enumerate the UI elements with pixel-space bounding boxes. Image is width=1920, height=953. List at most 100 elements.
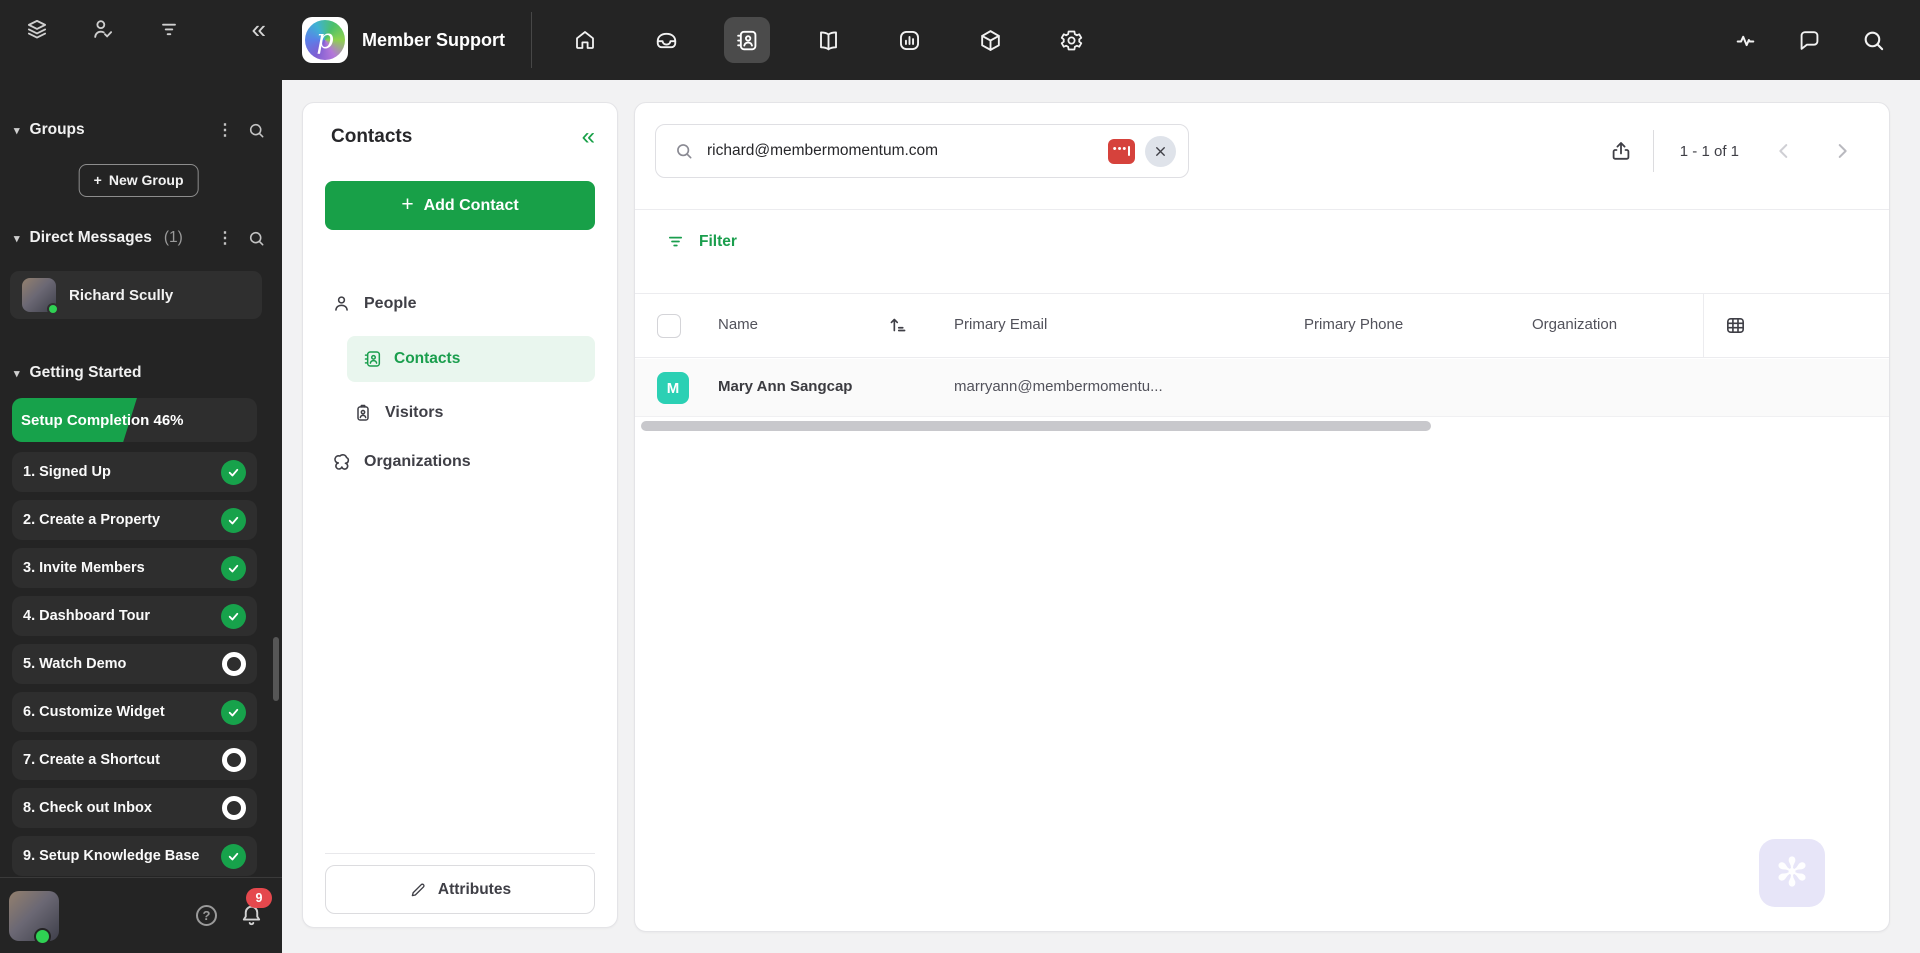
direct-messages-section-header: ▾ Direct Messages (1) ⋮	[14, 228, 266, 248]
panel-collapse-icon[interactable]: «	[582, 125, 595, 149]
setup-completion-progress: Setup Completion 46%	[12, 398, 257, 442]
contact-card-icon	[363, 349, 383, 369]
next-page-button[interactable]	[1823, 140, 1861, 162]
getting-started-steps: 1. Signed Up 2. Create a Property 3. Inv…	[12, 452, 257, 884]
nav-home-icon[interactable]	[562, 17, 608, 63]
select-all-checkbox[interactable]	[657, 314, 681, 338]
nav-settings-icon[interactable]	[1048, 17, 1094, 63]
logo-letter: p	[316, 23, 334, 55]
caret-down-icon[interactable]: ▾	[14, 367, 20, 380]
user-check-icon[interactable]	[90, 16, 116, 42]
step-invite-members[interactable]: 3. Invite Members	[12, 548, 257, 588]
filter-label: Filter	[699, 232, 737, 250]
nav-contacts-icon[interactable]	[724, 17, 771, 63]
add-contact-button[interactable]: + Add Contact	[325, 181, 595, 230]
search-icon[interactable]	[1861, 28, 1886, 53]
nav-inbox-icon[interactable]	[643, 17, 689, 63]
step-check-out-inbox[interactable]: 8. Check out Inbox	[12, 788, 257, 828]
check-icon	[221, 507, 246, 533]
step-create-property[interactable]: 2. Create a Property	[12, 500, 257, 540]
step-signed-up[interactable]: 1. Signed Up	[12, 452, 257, 492]
visitor-badge-icon	[353, 403, 373, 423]
menu-item-people[interactable]: People	[331, 293, 595, 314]
horizontal-scrollbar[interactable]	[641, 421, 1431, 431]
groups-label: Groups	[29, 121, 85, 138]
table-row[interactable]: M Mary Ann Sangcap marryann@membermoment…	[635, 359, 1889, 417]
activity-icon[interactable]	[1733, 28, 1758, 53]
attributes-label: Attributes	[437, 880, 512, 898]
list-toolbar: 1 - 1 of 1	[1609, 124, 1861, 178]
cell-contact-name: Mary Ann Sangcap	[718, 378, 853, 395]
groups-menu-icon[interactable]: ⋮	[213, 120, 237, 140]
dm-item-richard-scully[interactable]: Richard Scully	[10, 271, 262, 319]
column-header-primary-phone[interactable]: Primary Phone	[1304, 316, 1403, 333]
current-user-avatar[interactable]	[9, 891, 59, 945]
nav-integrations-icon[interactable]	[967, 17, 1013, 63]
layers-icon[interactable]	[24, 16, 50, 42]
filter-lines-icon[interactable]	[156, 16, 182, 42]
previous-page-button[interactable]	[1765, 140, 1803, 162]
circle-icon	[222, 748, 246, 772]
check-icon	[221, 603, 246, 629]
menu-label-contacts: Contacts	[394, 350, 461, 367]
notification-badge[interactable]: 9	[246, 888, 272, 908]
menu-item-organizations[interactable]: Organizations	[331, 451, 595, 472]
column-header-name[interactable]: Name	[718, 316, 758, 333]
direct-messages-search-icon[interactable]	[247, 229, 266, 248]
plus-icon: +	[93, 172, 102, 188]
section-divider	[635, 209, 1889, 210]
step-watch-demo[interactable]: 5. Watch Demo	[12, 644, 257, 684]
column-header-organization[interactable]: Organization	[1532, 316, 1617, 333]
toolbar-divider	[1652, 130, 1654, 172]
clear-search-button[interactable]	[1145, 135, 1176, 167]
search-input[interactable]	[707, 142, 1108, 160]
organizations-icon	[331, 451, 352, 472]
step-dashboard-tour[interactable]: 4. Dashboard Tour	[12, 596, 257, 636]
column-header-primary-email[interactable]: Primary Email	[954, 316, 1047, 333]
chat-widget-bubble[interactable]: ✻	[1759, 839, 1825, 907]
help-icon[interactable]: ?	[196, 905, 217, 926]
sort-ascending-icon[interactable]	[887, 314, 909, 336]
menu-item-contacts-active[interactable]: Contacts	[347, 336, 595, 382]
groups-search-icon[interactable]	[247, 121, 266, 140]
setup-completion-label: Setup Completion 46%	[21, 411, 184, 429]
sidebar-top-icons: «	[24, 16, 266, 42]
step-customize-widget[interactable]: 6. Customize Widget	[12, 692, 257, 732]
chat-icon[interactable]	[1797, 28, 1822, 53]
workspace-name: Member Support	[362, 29, 506, 50]
getting-started-section-header: ▾ Getting Started	[14, 364, 266, 382]
step-setup-knowledge-base[interactable]: 9. Setup Knowledge Base	[12, 836, 257, 876]
search-icon	[674, 141, 694, 161]
header-right-icons	[1733, 28, 1886, 53]
new-group-button[interactable]: + New Group	[78, 164, 199, 197]
primary-navigation	[562, 17, 1094, 63]
caret-down-icon[interactable]: ▾	[14, 124, 20, 137]
column-settings-icon[interactable]	[1724, 314, 1747, 337]
export-icon[interactable]	[1609, 139, 1633, 163]
workspace-logo[interactable]: p	[302, 17, 348, 63]
step-create-shortcut[interactable]: 7. Create a Shortcut	[12, 740, 257, 780]
direct-messages-menu-icon[interactable]: ⋮	[213, 228, 237, 248]
pagination-range: 1 - 1 of 1	[1679, 142, 1739, 160]
nav-reports-icon[interactable]	[886, 17, 932, 63]
circle-icon	[222, 796, 246, 820]
caret-down-icon[interactable]: ▾	[14, 232, 20, 245]
check-icon	[221, 699, 246, 725]
cell-primary-email: marryann@membermomentu...	[954, 378, 1163, 395]
menu-label-visitors: Visitors	[385, 404, 444, 421]
attributes-button[interactable]: Attributes	[325, 865, 595, 914]
password-manager-icon[interactable]: •••	[1108, 138, 1135, 164]
sidebar-collapse-icon[interactable]: «	[252, 16, 266, 42]
nav-knowledge-base-icon[interactable]	[805, 17, 851, 63]
getting-started-label: Getting Started	[29, 364, 142, 381]
top-header: p Member Support	[282, 0, 1920, 80]
left-sidebar: « ▾ Groups ⋮ + New Group ▾ Direct Messag…	[0, 0, 282, 953]
filter-button[interactable]: Filter	[665, 231, 737, 252]
panel-divider	[325, 853, 595, 854]
contact-avatar: M	[657, 372, 689, 404]
groups-section-header: ▾ Groups ⋮	[14, 120, 266, 140]
menu-item-visitors[interactable]: Visitors	[353, 403, 595, 423]
check-icon	[221, 459, 246, 485]
avatar	[22, 278, 59, 315]
sidebar-scrollbar[interactable]	[273, 637, 279, 701]
